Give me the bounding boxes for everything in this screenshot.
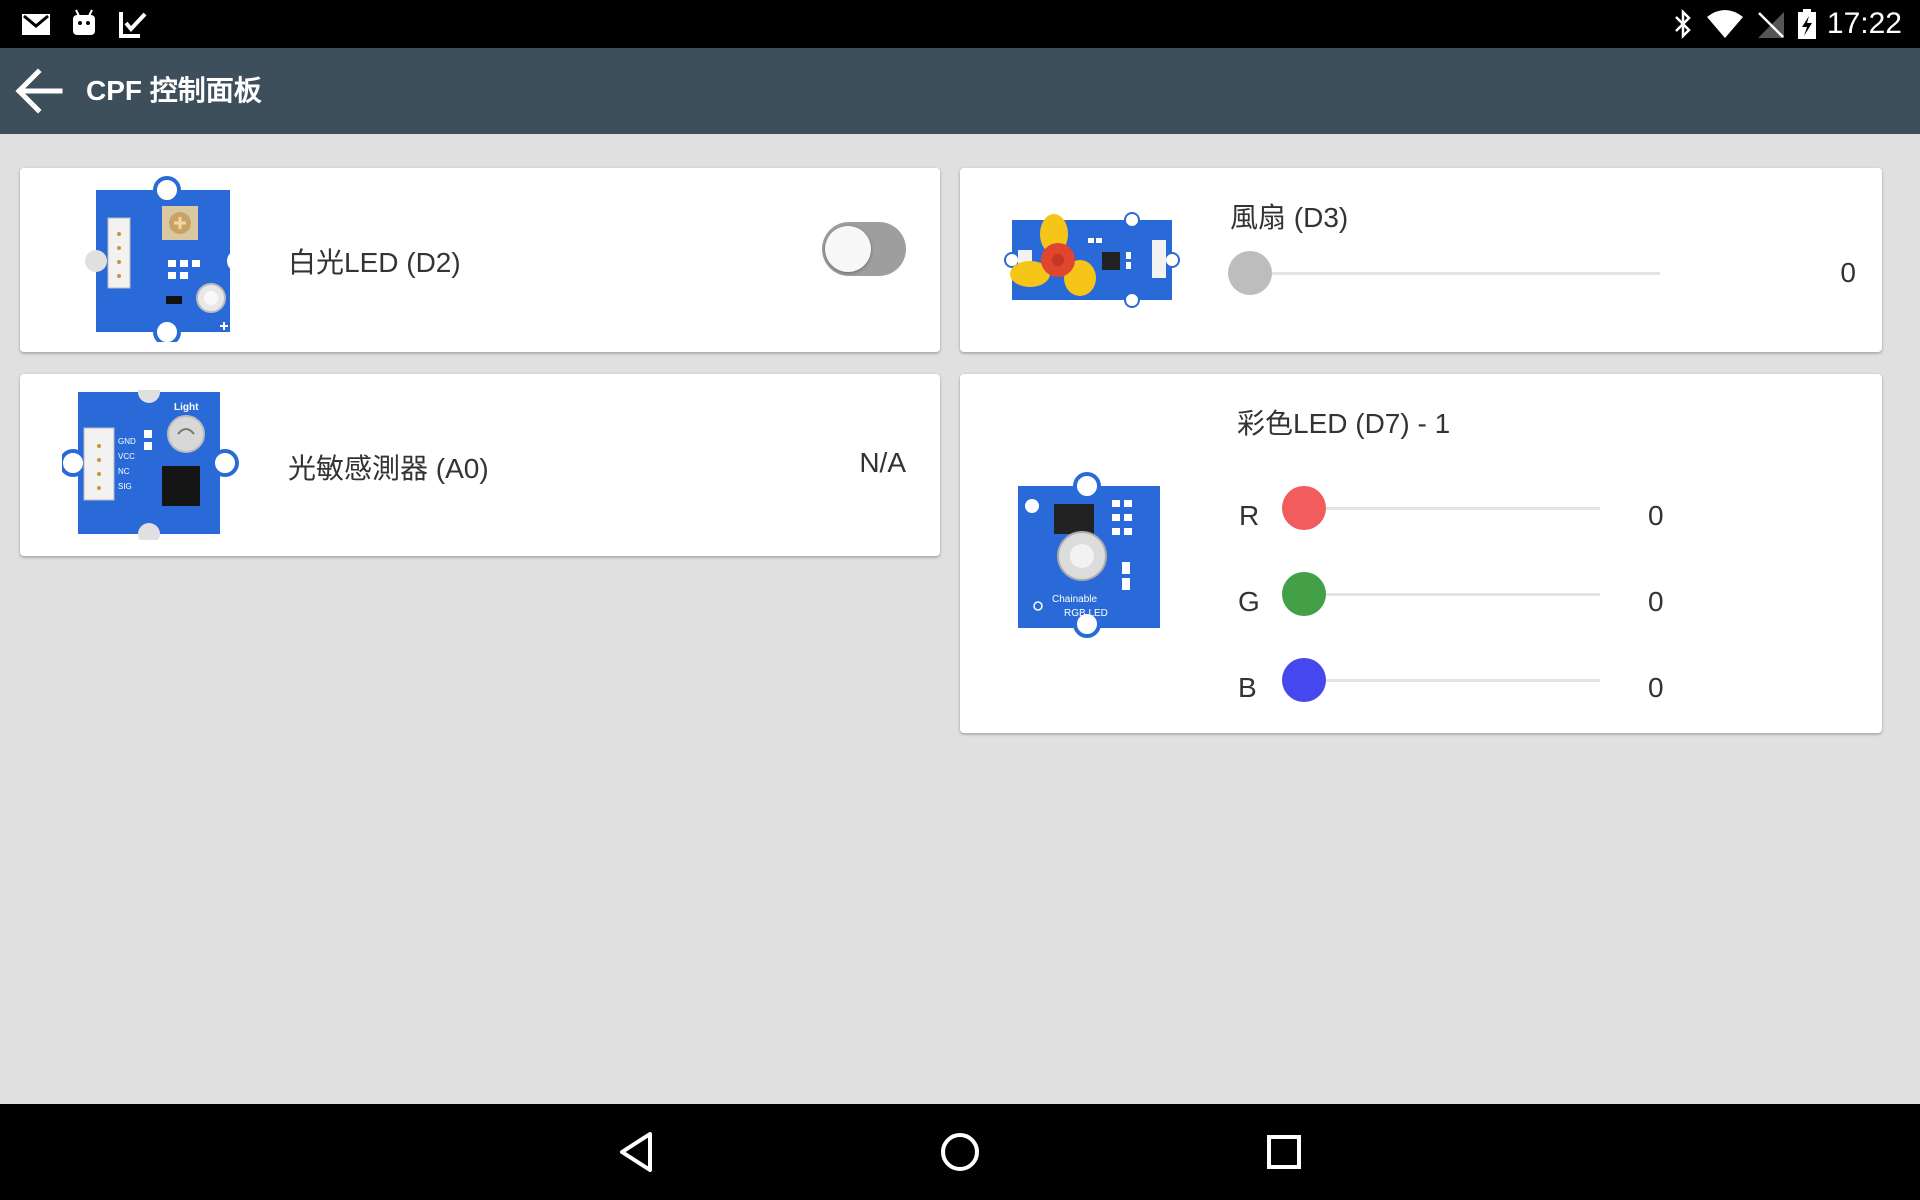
- color-led-card: Chainable RGB LED 彩色LED (D7) - 1 R 0 G 0…: [960, 374, 1882, 733]
- no-signal-icon: [1758, 12, 1784, 38]
- navigation-bar: [0, 1104, 1920, 1200]
- slider-track: [1282, 593, 1600, 596]
- fan-card: 風扇 (D3) 0: [960, 168, 1882, 352]
- slider-thumb[interactable]: [1282, 572, 1326, 616]
- slider-track: [1282, 679, 1600, 682]
- white-led-toggle[interactable]: [820, 222, 906, 278]
- slider-track: [1282, 507, 1600, 510]
- light-sensor-card: GND VCC NC SIG Light 光敏感測器 (A0) N/A: [20, 374, 940, 556]
- battery-charging-icon: [1798, 9, 1816, 39]
- fan-slider[interactable]: [1228, 251, 1660, 295]
- recents-square-icon[interactable]: [1260, 1128, 1308, 1176]
- rgb-led-text: RGB LED: [1064, 608, 1108, 619]
- green-value: 0: [1648, 586, 1664, 617]
- back-triangle-icon[interactable]: [614, 1128, 662, 1176]
- fan-label: 風扇 (D3): [1230, 202, 1349, 233]
- light-sensor-module-icon: GND VCC NC SIG Light: [62, 390, 239, 540]
- toggle-thumb: [825, 226, 871, 272]
- light-sensor-value: N/A: [859, 447, 906, 478]
- tasks-check-icon: [119, 12, 147, 38]
- bluetooth-icon: [1675, 8, 1691, 40]
- fan-value: 0: [1840, 257, 1856, 288]
- white-led-card: 白光LED (D2): [20, 168, 940, 352]
- channel-label-b: B: [1238, 672, 1257, 703]
- slider-track: [1228, 272, 1660, 275]
- rgb-led-module-icon: Chainable RGB LED: [1018, 472, 1160, 638]
- arrow-left-icon[interactable]: [10, 61, 70, 121]
- green-slider[interactable]: [1282, 572, 1600, 616]
- fan-module-icon: [1004, 212, 1180, 308]
- white-led-label: 白光LED (D2): [288, 247, 461, 278]
- slider-thumb[interactable]: [1228, 251, 1272, 295]
- blue-value: 0: [1648, 672, 1664, 703]
- status-bar: 17:22: [0, 0, 1920, 48]
- light-sensor-label: 光敏感測器 (A0): [288, 453, 489, 484]
- red-slider[interactable]: [1282, 486, 1600, 530]
- android-icon: [73, 9, 95, 35]
- svg-text:NC: NC: [118, 467, 130, 476]
- wifi-icon: [1707, 10, 1743, 38]
- led-module-icon: [85, 176, 230, 342]
- color-led-label: 彩色LED (D7) - 1: [1237, 408, 1451, 439]
- slider-thumb[interactable]: [1282, 658, 1326, 702]
- clock: 17:22: [1826, 7, 1902, 40]
- svg-text:VCC: VCC: [118, 452, 135, 461]
- channel-label-r: R: [1239, 500, 1260, 531]
- red-value: 0: [1648, 500, 1664, 531]
- slider-thumb[interactable]: [1282, 486, 1326, 530]
- svg-text:GND: GND: [118, 437, 136, 446]
- app-bar: CPF 控制面板: [0, 48, 1920, 134]
- page-title: CPF 控制面板: [86, 75, 262, 106]
- svg-text:SIG: SIG: [118, 482, 132, 491]
- channel-label-g: G: [1238, 586, 1260, 617]
- chainable-text: Chainable: [1052, 594, 1097, 605]
- gmail-icon: [22, 14, 50, 35]
- light-text: Light: [174, 402, 199, 413]
- home-circle-icon[interactable]: [936, 1128, 984, 1176]
- blue-slider[interactable]: [1282, 658, 1600, 702]
